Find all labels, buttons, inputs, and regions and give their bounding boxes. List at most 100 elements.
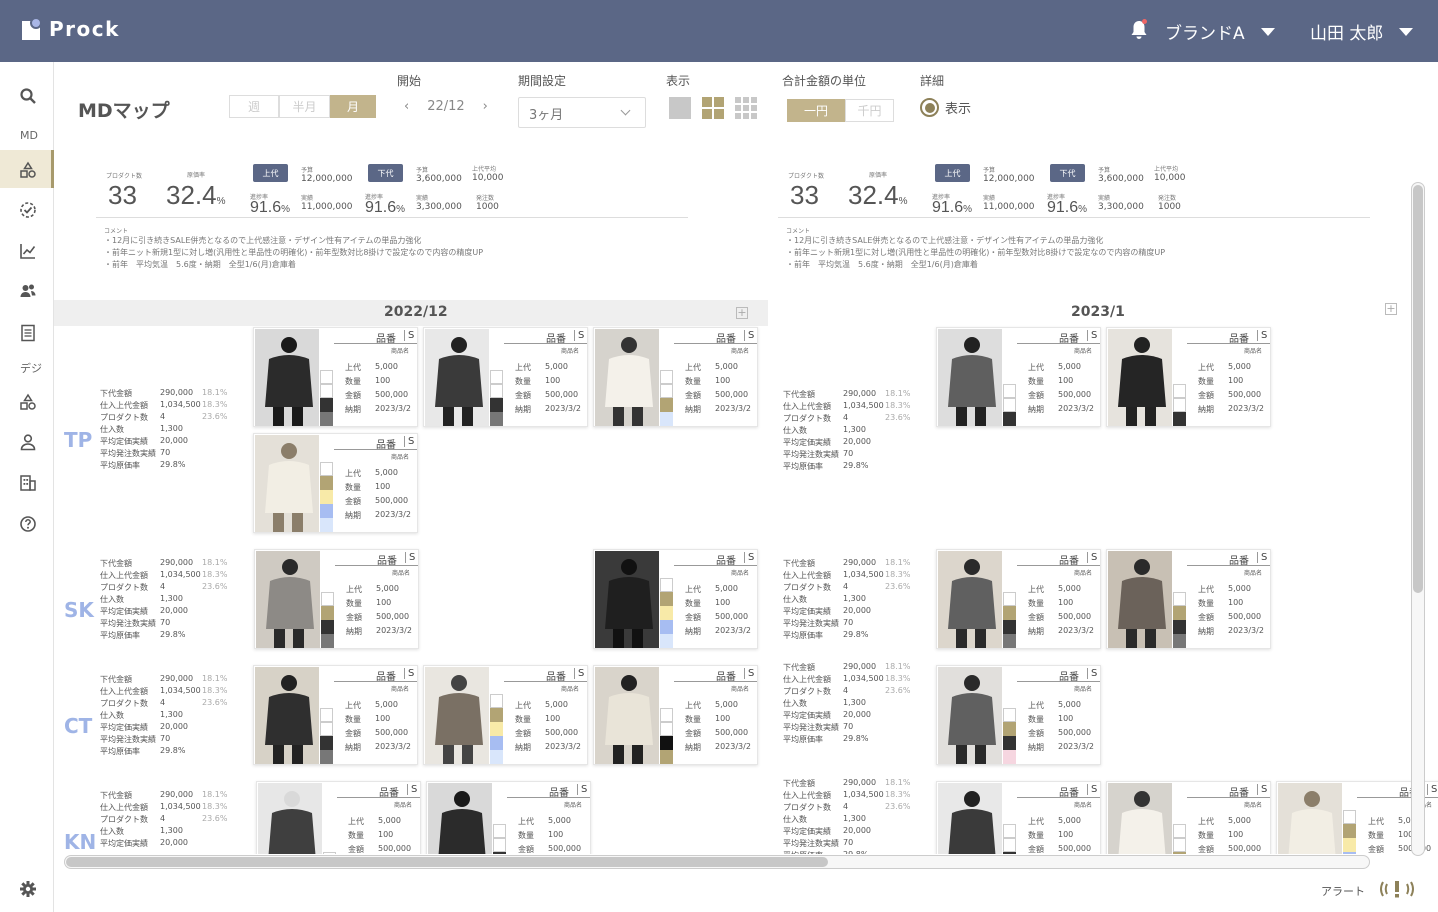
upper-price-button[interactable]: 上代 <box>253 164 288 182</box>
document-icon[interactable] <box>18 323 38 343</box>
search-icon[interactable] <box>18 86 38 106</box>
brand-select[interactable]: ブランドA <box>1165 19 1275 44</box>
alert-area[interactable]: アラート <box>1321 879 1417 902</box>
building-icon[interactable] <box>18 473 38 493</box>
color-swatch[interactable] <box>1003 384 1016 398</box>
prev-arrow-icon[interactable]: ‹ <box>404 99 409 114</box>
product-image[interactable] <box>425 329 489 426</box>
product-image[interactable] <box>255 435 319 532</box>
product-image[interactable] <box>595 329 659 426</box>
help-icon[interactable] <box>18 514 38 534</box>
product-image[interactable] <box>255 667 319 764</box>
view-dense-grid-icon[interactable] <box>735 97 757 123</box>
color-swatch[interactable] <box>490 736 503 750</box>
product-image[interactable] <box>1108 551 1172 648</box>
period-half-month[interactable]: 半月 <box>279 95 330 118</box>
color-swatch[interactable] <box>1173 606 1186 620</box>
color-swatch[interactable] <box>1003 750 1016 764</box>
color-swatch[interactable] <box>490 398 503 412</box>
color-swatch[interactable] <box>490 722 503 736</box>
color-swatch[interactable] <box>321 606 334 620</box>
color-swatch[interactable] <box>1173 838 1186 852</box>
product-card[interactable]: 品番S 商品名 上代5,000 数量100 金額500,000 納期2023/3… <box>254 549 419 649</box>
color-swatch[interactable] <box>493 824 506 838</box>
add-icon[interactable]: + <box>736 307 748 319</box>
color-swatch[interactable] <box>320 518 333 532</box>
color-swatch[interactable] <box>660 412 673 426</box>
color-swatch[interactable] <box>320 398 333 412</box>
next-arrow-icon[interactable]: › <box>483 99 488 114</box>
color-swatch[interactable] <box>321 592 334 606</box>
color-swatch[interactable] <box>490 384 503 398</box>
color-swatch[interactable] <box>1003 606 1016 620</box>
color-swatch[interactable] <box>1003 708 1016 722</box>
upper-price-button[interactable]: 上代 <box>935 164 970 182</box>
color-swatch[interactable] <box>660 384 673 398</box>
color-swatch[interactable] <box>1343 824 1356 838</box>
detail-radio[interactable]: 表示 <box>920 98 971 117</box>
unit-yen[interactable]: 一円 <box>787 99 845 122</box>
color-swatch[interactable] <box>1003 824 1016 838</box>
gear-icon[interactable] <box>18 879 38 899</box>
color-swatch[interactable] <box>660 634 673 648</box>
product-card[interactable]: 品番S 商品名 上代5,000 数量100 金額500,000 納期2023/3… <box>936 781 1101 854</box>
color-swatch[interactable] <box>321 634 334 648</box>
color-swatch[interactable] <box>1173 824 1186 838</box>
product-image[interactable] <box>595 551 659 648</box>
view-single-icon[interactable] <box>669 97 691 123</box>
product-image[interactable] <box>938 667 1002 764</box>
color-swatch[interactable] <box>1173 852 1186 854</box>
color-swatch[interactable] <box>320 412 333 426</box>
color-swatch[interactable] <box>320 462 333 476</box>
color-swatch[interactable] <box>320 736 333 750</box>
product-image[interactable] <box>1108 329 1172 426</box>
color-swatch[interactable] <box>493 838 506 852</box>
color-swatch[interactable] <box>1173 634 1186 648</box>
product-card[interactable]: 品番S 商品名 上代5,000 数量100 金額500,000 納期2023/3… <box>423 327 588 427</box>
product-image[interactable] <box>938 783 1002 854</box>
product-card[interactable]: 品番S 商品名 上代5,000 数量100 金額500,000 納期2023/3… <box>256 781 421 854</box>
color-swatch[interactable] <box>1003 412 1016 426</box>
lower-price-button[interactable]: 下代 <box>1050 164 1085 182</box>
color-swatch[interactable] <box>320 722 333 736</box>
logo[interactable]: Prock <box>22 17 120 41</box>
product-card[interactable]: 品番S 商品名 上代5,000 数量100 金額500,000 納期2023/3… <box>253 665 418 765</box>
product-image[interactable] <box>428 783 492 854</box>
color-swatch[interactable] <box>660 708 673 722</box>
color-swatch[interactable] <box>490 412 503 426</box>
product-card[interactable]: 品番S 商品名 上代5,000 数量100 金額500,000 納期2023/3… <box>593 549 758 649</box>
color-swatch[interactable] <box>320 476 333 490</box>
product-image[interactable] <box>425 667 489 764</box>
product-card[interactable]: 品番S 商品名 上代5,000 数量100 金額500,000 納期2023/3… <box>936 665 1101 765</box>
product-card[interactable]: 品番S 商品名 上代5,000 数量100 金額500,000 納期2023/3… <box>936 549 1101 649</box>
vertical-scrollbar[interactable] <box>1411 182 1425 856</box>
product-card[interactable]: 品番S 商品名 上代5,000 数量100 金額500,000 納期2023/3… <box>426 781 591 854</box>
product-card[interactable]: 品番S 商品名 上代5,000 数量100 金額500,000 納期2023/3… <box>1106 781 1271 854</box>
product-image[interactable] <box>1108 783 1172 854</box>
product-image[interactable] <box>938 329 1002 426</box>
shapes-icon[interactable] <box>18 392 38 412</box>
product-card[interactable]: 品番S 商品名 上代5,000 数量100 金額500,000 納期2023/3… <box>1106 549 1271 649</box>
color-swatch[interactable] <box>320 490 333 504</box>
color-swatch[interactable] <box>1173 398 1186 412</box>
color-swatch[interactable] <box>660 750 673 764</box>
users-icon[interactable] <box>18 281 38 301</box>
horizontal-scrollbar[interactable] <box>64 855 1370 869</box>
color-swatch[interactable] <box>490 370 503 384</box>
view-grid-icon[interactable] <box>702 97 724 123</box>
color-swatch[interactable] <box>660 578 673 592</box>
product-image[interactable] <box>1278 783 1342 854</box>
product-card[interactable]: 品番S 商品名 上代5,000 数量100 金額500,000 納期2023/3… <box>593 665 758 765</box>
color-swatch[interactable] <box>320 708 333 722</box>
color-swatch[interactable] <box>1003 620 1016 634</box>
color-swatch[interactable] <box>1173 620 1186 634</box>
color-swatch[interactable] <box>660 592 673 606</box>
color-swatch[interactable] <box>660 736 673 750</box>
product-image[interactable] <box>938 551 1002 648</box>
lower-price-button[interactable]: 下代 <box>368 164 403 182</box>
period-setting-select[interactable]: 3ヶ月 <box>518 97 646 128</box>
color-swatch[interactable] <box>1003 634 1016 648</box>
color-swatch[interactable] <box>323 852 336 854</box>
user-menu[interactable]: 山田 太郎 <box>1310 19 1414 44</box>
period-month[interactable]: 月 <box>330 95 376 118</box>
